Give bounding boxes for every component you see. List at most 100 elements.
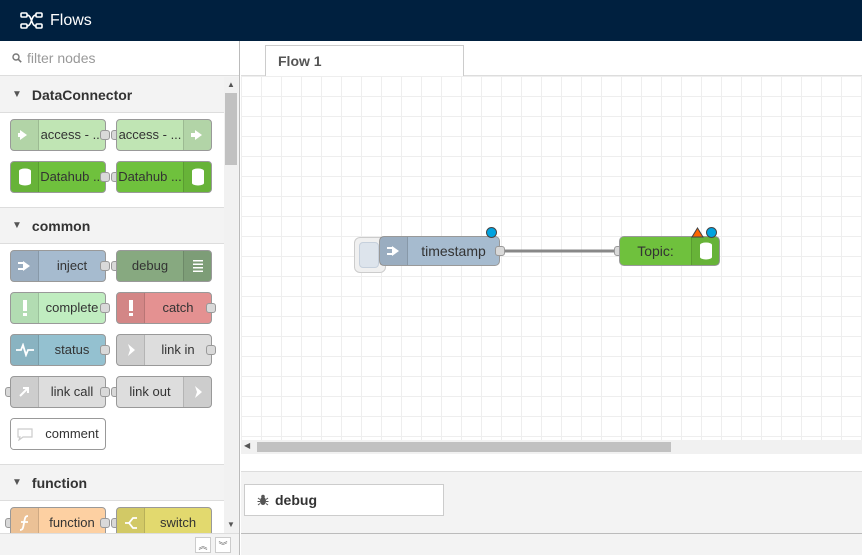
node-label: inject (56, 258, 88, 273)
category-body-dataconnector: access - ... access - ... Datahub ... Da… (0, 113, 224, 208)
palette-node-access-out[interactable]: access - ... (116, 119, 212, 151)
arrow-right-icon (11, 251, 39, 281)
warning-triangle-icon (691, 227, 704, 238)
scrollbar-thumb[interactable] (225, 93, 237, 165)
divider (241, 533, 862, 534)
list-icon (183, 251, 211, 281)
scrollbar-thumb[interactable] (257, 442, 671, 452)
node-label: Datahub ... (118, 169, 182, 184)
palette-node-inject[interactable]: inject (10, 250, 106, 282)
category-header-function[interactable]: ▼ function (0, 465, 224, 501)
app-logo[interactable]: Flows (20, 11, 92, 31)
tab-label: Flow 1 (278, 53, 322, 69)
scroll-left-arrow-icon[interactable]: ◀ (244, 441, 250, 450)
scroll-up-arrow-icon[interactable]: ▲ (227, 80, 235, 89)
output-port[interactable] (100, 172, 110, 182)
expand-all-button[interactable]: ︾ (215, 537, 231, 553)
output-port[interactable] (100, 387, 110, 397)
node-label: function (49, 515, 95, 530)
arrow-right-icon (11, 120, 39, 150)
function-icon (11, 508, 39, 533)
bug-icon (257, 494, 269, 506)
database-icon (183, 162, 211, 192)
node-label: Topic: (637, 243, 674, 259)
node-label: switch (159, 515, 197, 530)
palette-node-function[interactable]: function (10, 507, 106, 533)
canvas-horizontal-scrollbar[interactable]: ◀ (241, 440, 862, 454)
database-icon (11, 162, 39, 192)
collapse-all-button[interactable]: ︽ (195, 537, 211, 553)
palette-node-datahub-out[interactable]: Datahub ... (116, 161, 212, 193)
output-port[interactable] (100, 130, 110, 140)
palette-footer: ︽ ︾ (0, 533, 239, 555)
node-label: access - ... (118, 127, 182, 142)
palette-node-status[interactable]: status (10, 334, 106, 366)
node-label: access - ... (40, 127, 104, 142)
category-body-function: function switch (0, 501, 224, 533)
node-label: link call (50, 384, 94, 399)
search-icon (12, 53, 22, 63)
tab-debug[interactable]: debug (244, 484, 444, 516)
tab-label: debug (275, 492, 317, 508)
scroll-down-arrow-icon[interactable]: ▼ (227, 520, 235, 529)
palette-node-datahub-in[interactable]: Datahub ... (10, 161, 106, 193)
app-title: Flows (50, 11, 92, 29)
changed-indicator (486, 227, 497, 238)
output-port[interactable] (206, 303, 216, 313)
switch-icon (117, 508, 145, 533)
node-label: link out (129, 384, 171, 399)
exclamation-icon (11, 293, 39, 323)
palette-scrollbar[interactable]: ▲ ▼ (224, 77, 238, 533)
palette-categories: ▼ DataConnector access - ... access - ..… (0, 77, 224, 533)
palette-node-link-in[interactable]: link in (116, 334, 212, 366)
arrow-right-icon (183, 120, 211, 150)
output-port[interactable] (100, 345, 110, 355)
changed-indicator (706, 227, 717, 238)
comment-icon (11, 419, 39, 449)
output-port[interactable] (206, 345, 216, 355)
node-label: timestamp (421, 243, 486, 259)
flows-logo-icon (20, 11, 43, 29)
palette-node-complete[interactable]: complete (10, 292, 106, 324)
flow-canvas[interactable]: timestamp Topic: (241, 76, 862, 440)
category-header-dataconnector[interactable]: ▼ DataConnector (0, 77, 224, 113)
chevron-down-icon: ▼ (12, 89, 22, 100)
palette-filter[interactable]: filter nodes (0, 41, 239, 76)
chevron-down-icon: ▼ (12, 220, 22, 231)
palette-node-access-in[interactable]: access - ... (10, 119, 106, 151)
output-port[interactable] (495, 246, 505, 256)
flow-node-topic[interactable]: Topic: (619, 236, 720, 266)
workspace: Flow 1 timestamp Topic: ◀ debug (241, 41, 862, 555)
category-title: function (31, 474, 88, 491)
output-port[interactable] (100, 303, 110, 313)
link-call-icon (11, 377, 39, 407)
palette-node-switch[interactable]: switch (116, 507, 212, 533)
chevron-down-icon: ▼ (12, 477, 22, 488)
node-palette: filter nodes ▼ DataConnector access - ..… (0, 41, 240, 555)
node-label: comment (45, 426, 99, 441)
node-label: complete (45, 300, 99, 315)
arrow-right-icon (380, 237, 408, 265)
exclamation-icon (117, 293, 145, 323)
node-label: catch (162, 300, 194, 315)
node-label: status (54, 342, 90, 357)
category-title: DataConnector (31, 86, 133, 103)
tab-flow-1[interactable]: Flow 1 (265, 45, 464, 77)
node-label: Datahub ... (40, 169, 104, 184)
link-in-icon (117, 335, 145, 365)
palette-node-catch[interactable]: catch (116, 292, 212, 324)
palette-node-link-call[interactable]: link call (10, 376, 106, 408)
output-port[interactable] (100, 261, 110, 271)
filter-nodes-input[interactable]: filter nodes (27, 50, 95, 66)
palette-node-link-out[interactable]: link out (116, 376, 212, 408)
category-body-common: inject debug complete catch status link … (0, 244, 224, 465)
flow-node-timestamp[interactable]: timestamp (379, 236, 500, 266)
node-label: debug (131, 258, 169, 273)
palette-node-debug[interactable]: debug (116, 250, 212, 282)
wire-layer (500, 249, 619, 253)
output-port[interactable] (100, 518, 110, 528)
sidebar-panel: debug (241, 471, 862, 555)
category-header-common[interactable]: ▼ common (0, 208, 224, 244)
pulse-icon (11, 335, 39, 365)
palette-node-comment[interactable]: comment (10, 418, 106, 450)
